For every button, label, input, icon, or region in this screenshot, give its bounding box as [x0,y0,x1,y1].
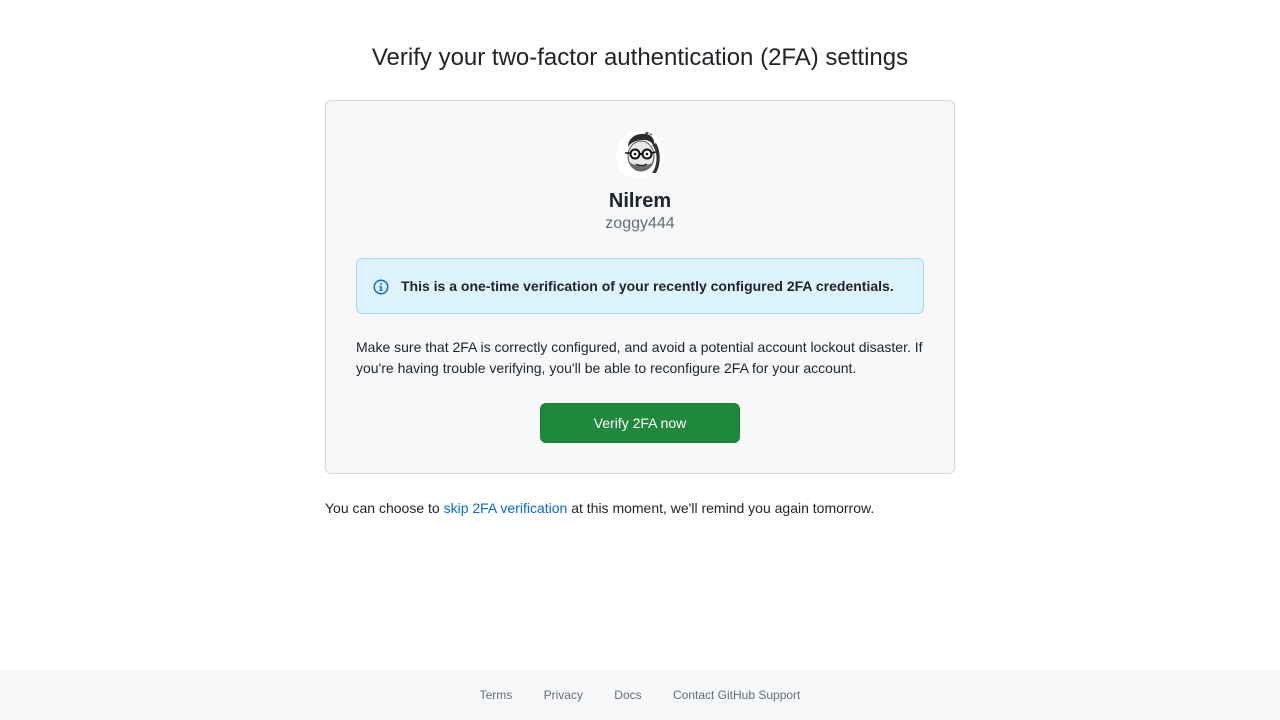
footer-link-docs[interactable]: Docs [614,687,641,703]
verify-2fa-button[interactable]: Verify 2FA now [540,403,740,443]
user-display-name: Nilrem [608,190,672,212]
user-login: zoggy444 [605,215,675,232]
skip-notice: You can choose to skip 2FA verification … [325,499,874,517]
footer-link-contact-support[interactable]: Contact GitHub Support [673,687,800,703]
page: Verify your two-factor authentication (2… [0,0,1280,720]
skip-suffix: at this moment, we'll remind you again t… [567,500,875,516]
footer-link-privacy[interactable]: Privacy [544,687,583,703]
skip-prefix: You can choose to [325,500,444,516]
page-title: Verify your two-factor authentication (2… [371,44,909,71]
flash-message: This is a one-time verification of your … [401,278,894,294]
footer-link-terms[interactable]: Terms [480,687,513,703]
footer: Terms Privacy Docs Contact GitHub Suppor… [0,670,1280,720]
info-flash: This is a one-time verification of your … [356,258,924,314]
avatar [616,131,664,179]
verification-card: Nilrem zoggy444 This is a one-time verif… [325,100,955,474]
description-text: Make sure that 2FA is correctly configur… [356,339,923,376]
skip-2fa-link[interactable]: skip 2FA verification [444,500,568,516]
avatar-portrait-icon [616,131,664,179]
footer-links: Terms Privacy Docs Contact GitHub Suppor… [0,687,1280,703]
info-icon [373,279,389,295]
